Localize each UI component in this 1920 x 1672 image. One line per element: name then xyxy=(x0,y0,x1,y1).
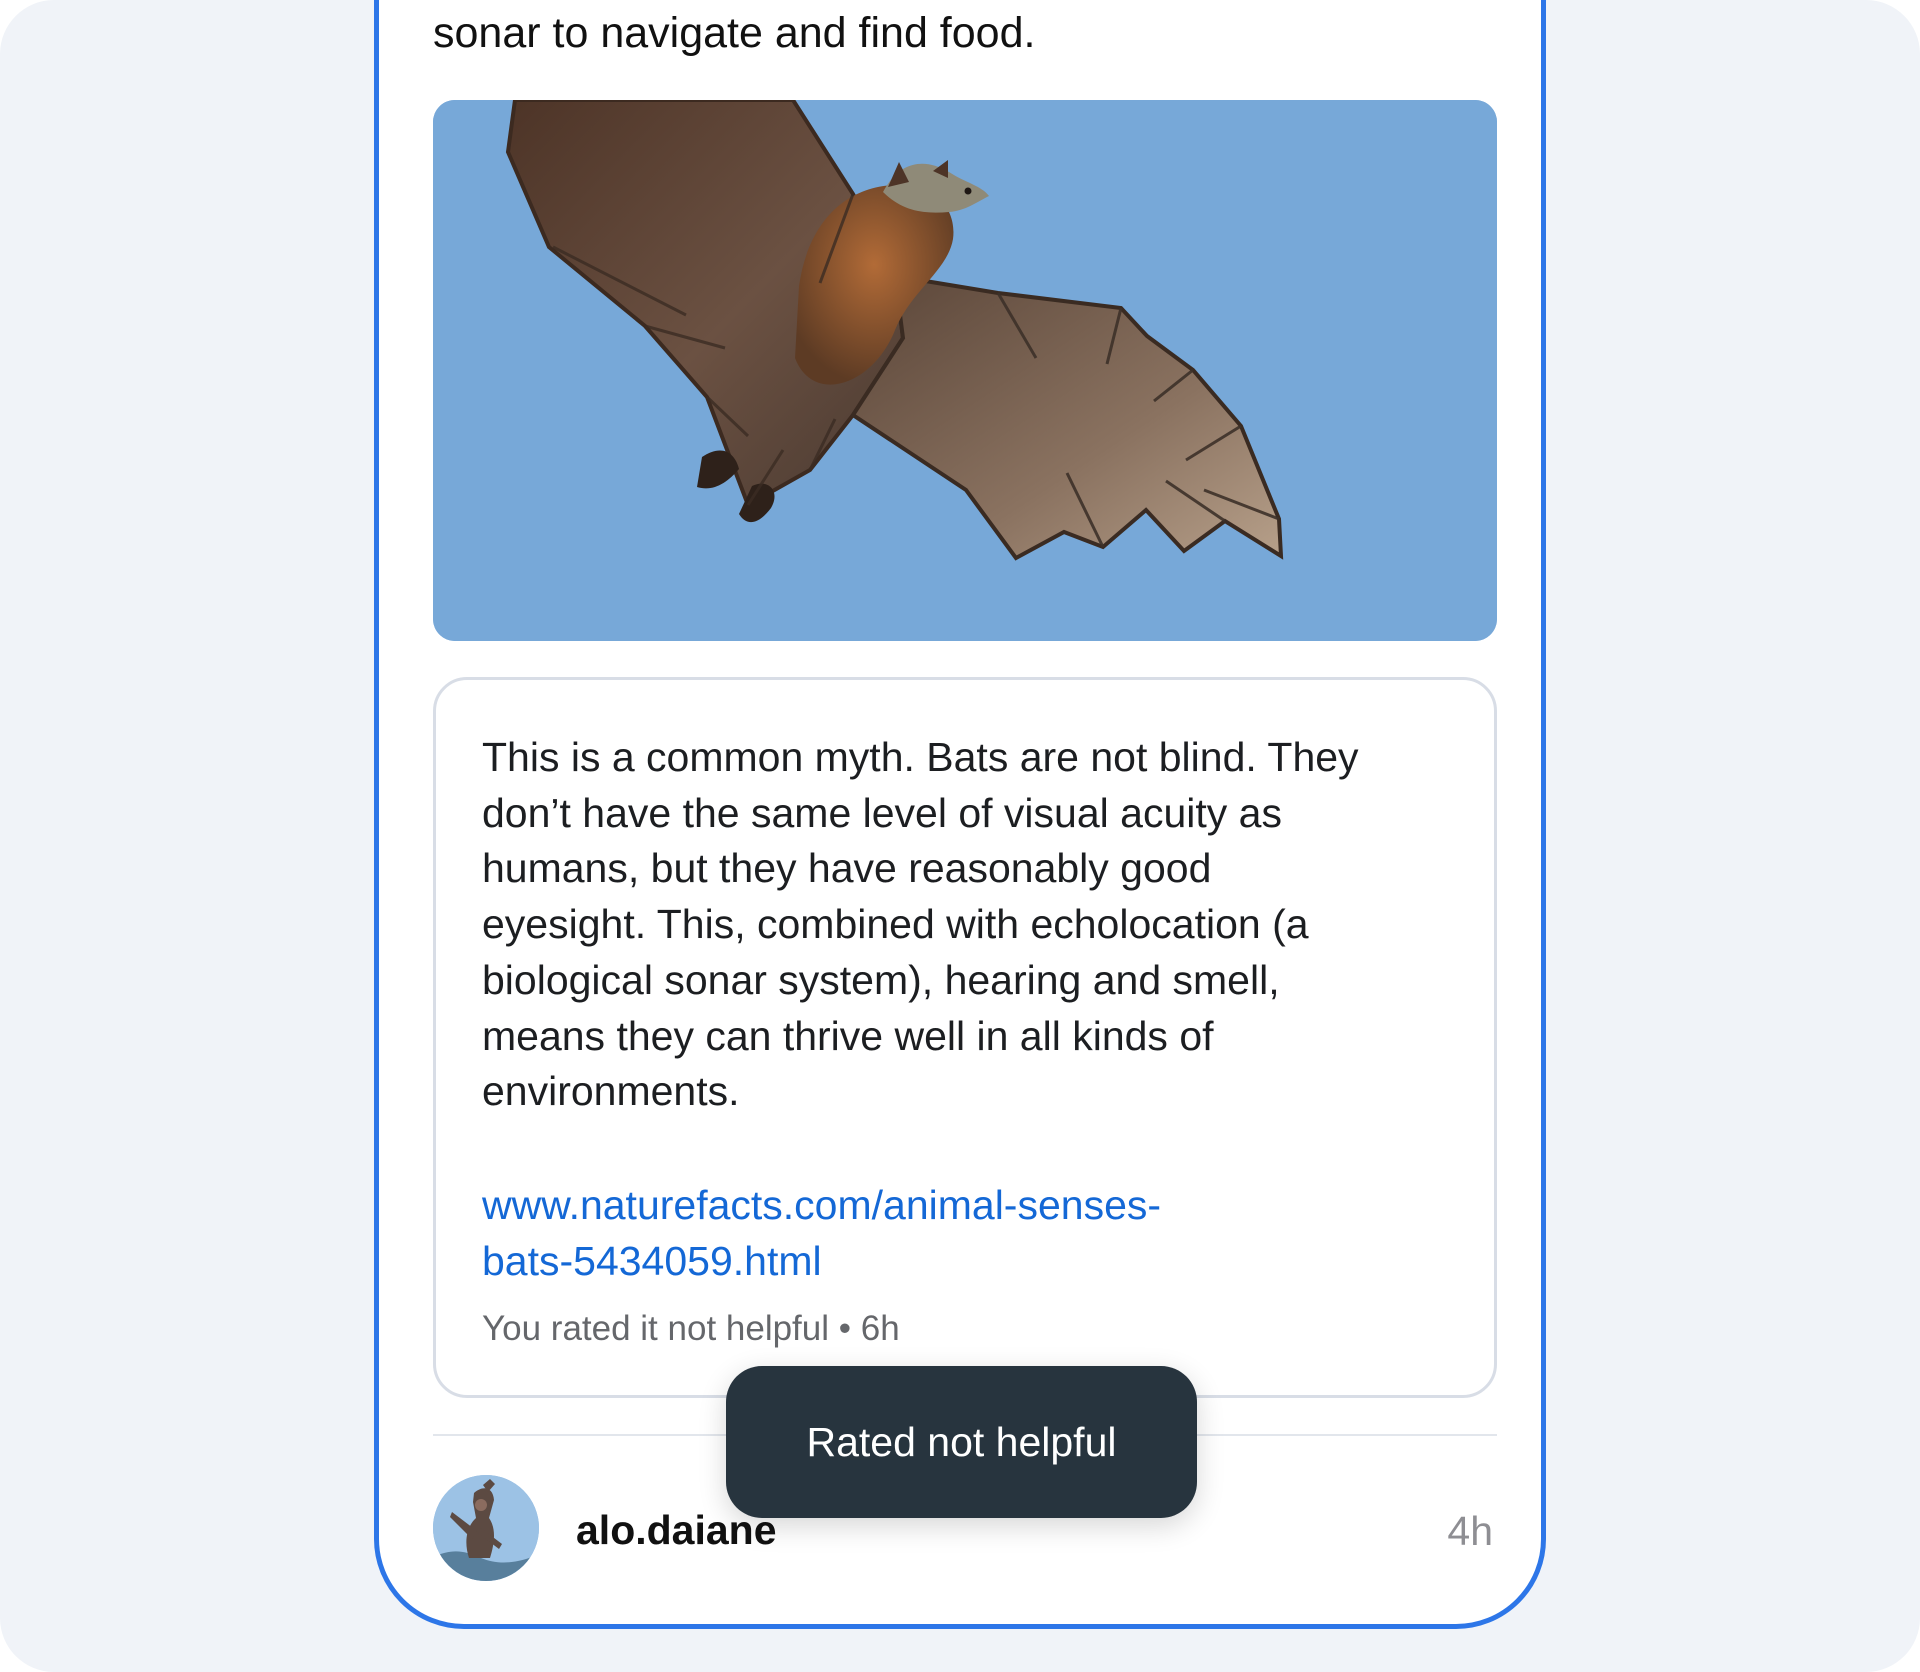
community-note-text: This is a common myth. Bats are not blin… xyxy=(482,734,1359,1115)
post-text: sonar to navigate and find food. xyxy=(433,9,1036,57)
rating-meta: You rated it not helpful • 6h xyxy=(482,1309,900,1348)
community-note-card: This is a common myth. Bats are not blin… xyxy=(433,677,1497,1398)
avatar-photo xyxy=(433,1475,539,1581)
toast-notification: Rated not helpful xyxy=(726,1366,1197,1518)
bat-photo xyxy=(433,100,1497,641)
reply-time: 4h xyxy=(1447,1508,1493,1554)
avatar[interactable] xyxy=(433,1475,539,1581)
source-link[interactable]: www.naturefacts.com/animal-senses- bats-… xyxy=(482,1177,1382,1289)
screen-background: sonar to navigate and find food. This is… xyxy=(0,0,1920,1672)
post-image-bat[interactable] xyxy=(433,100,1497,641)
